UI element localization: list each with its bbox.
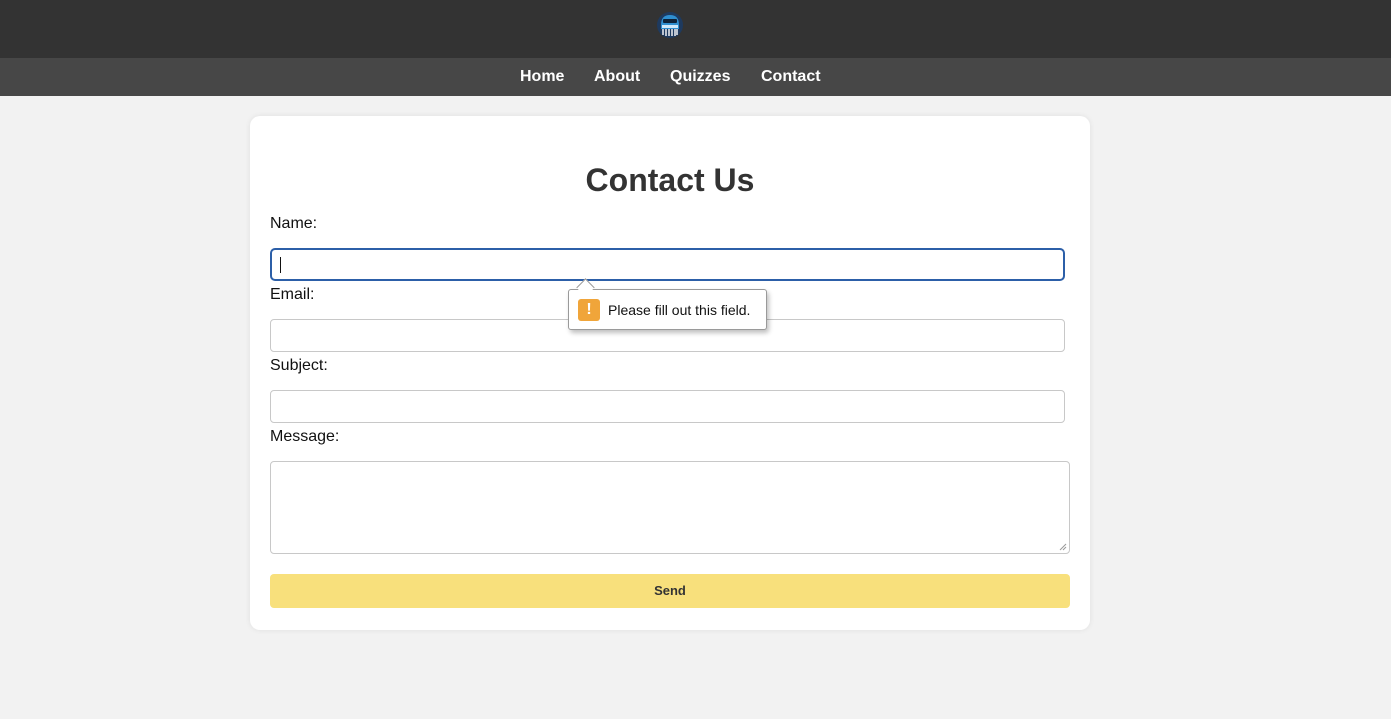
name-label: Name: [270, 215, 318, 232]
subject-label: Subject: [270, 357, 328, 374]
helmet-logo-icon[interactable] [655, 10, 685, 40]
message-label: Message: [270, 428, 340, 445]
subject-input[interactable] [270, 390, 1065, 423]
resize-grip-icon[interactable] [1059, 543, 1067, 551]
main-nav: Home About Quizzes Contact [0, 58, 1391, 96]
nav-about-link[interactable]: About [594, 58, 640, 96]
warning-icon: ! [578, 299, 600, 321]
message-textarea[interactable] [270, 461, 1070, 554]
nav-contact-link[interactable]: Contact [761, 58, 821, 96]
contact-form-card: Contact Us Name: Email: Subject: Message… [250, 116, 1090, 630]
text-caret [280, 257, 281, 273]
validation-tooltip: ! Please fill out this field. [568, 278, 767, 330]
nav-quizzes-link[interactable]: Quizzes [670, 58, 730, 96]
validation-message: Please fill out this field. [608, 302, 751, 318]
nav-home-link[interactable]: Home [520, 58, 564, 96]
name-input[interactable] [270, 248, 1065, 281]
email-label: Email: [270, 286, 315, 303]
send-button[interactable]: Send [270, 574, 1070, 608]
page-title: Contact Us [585, 162, 755, 198]
top-header [0, 0, 1391, 58]
